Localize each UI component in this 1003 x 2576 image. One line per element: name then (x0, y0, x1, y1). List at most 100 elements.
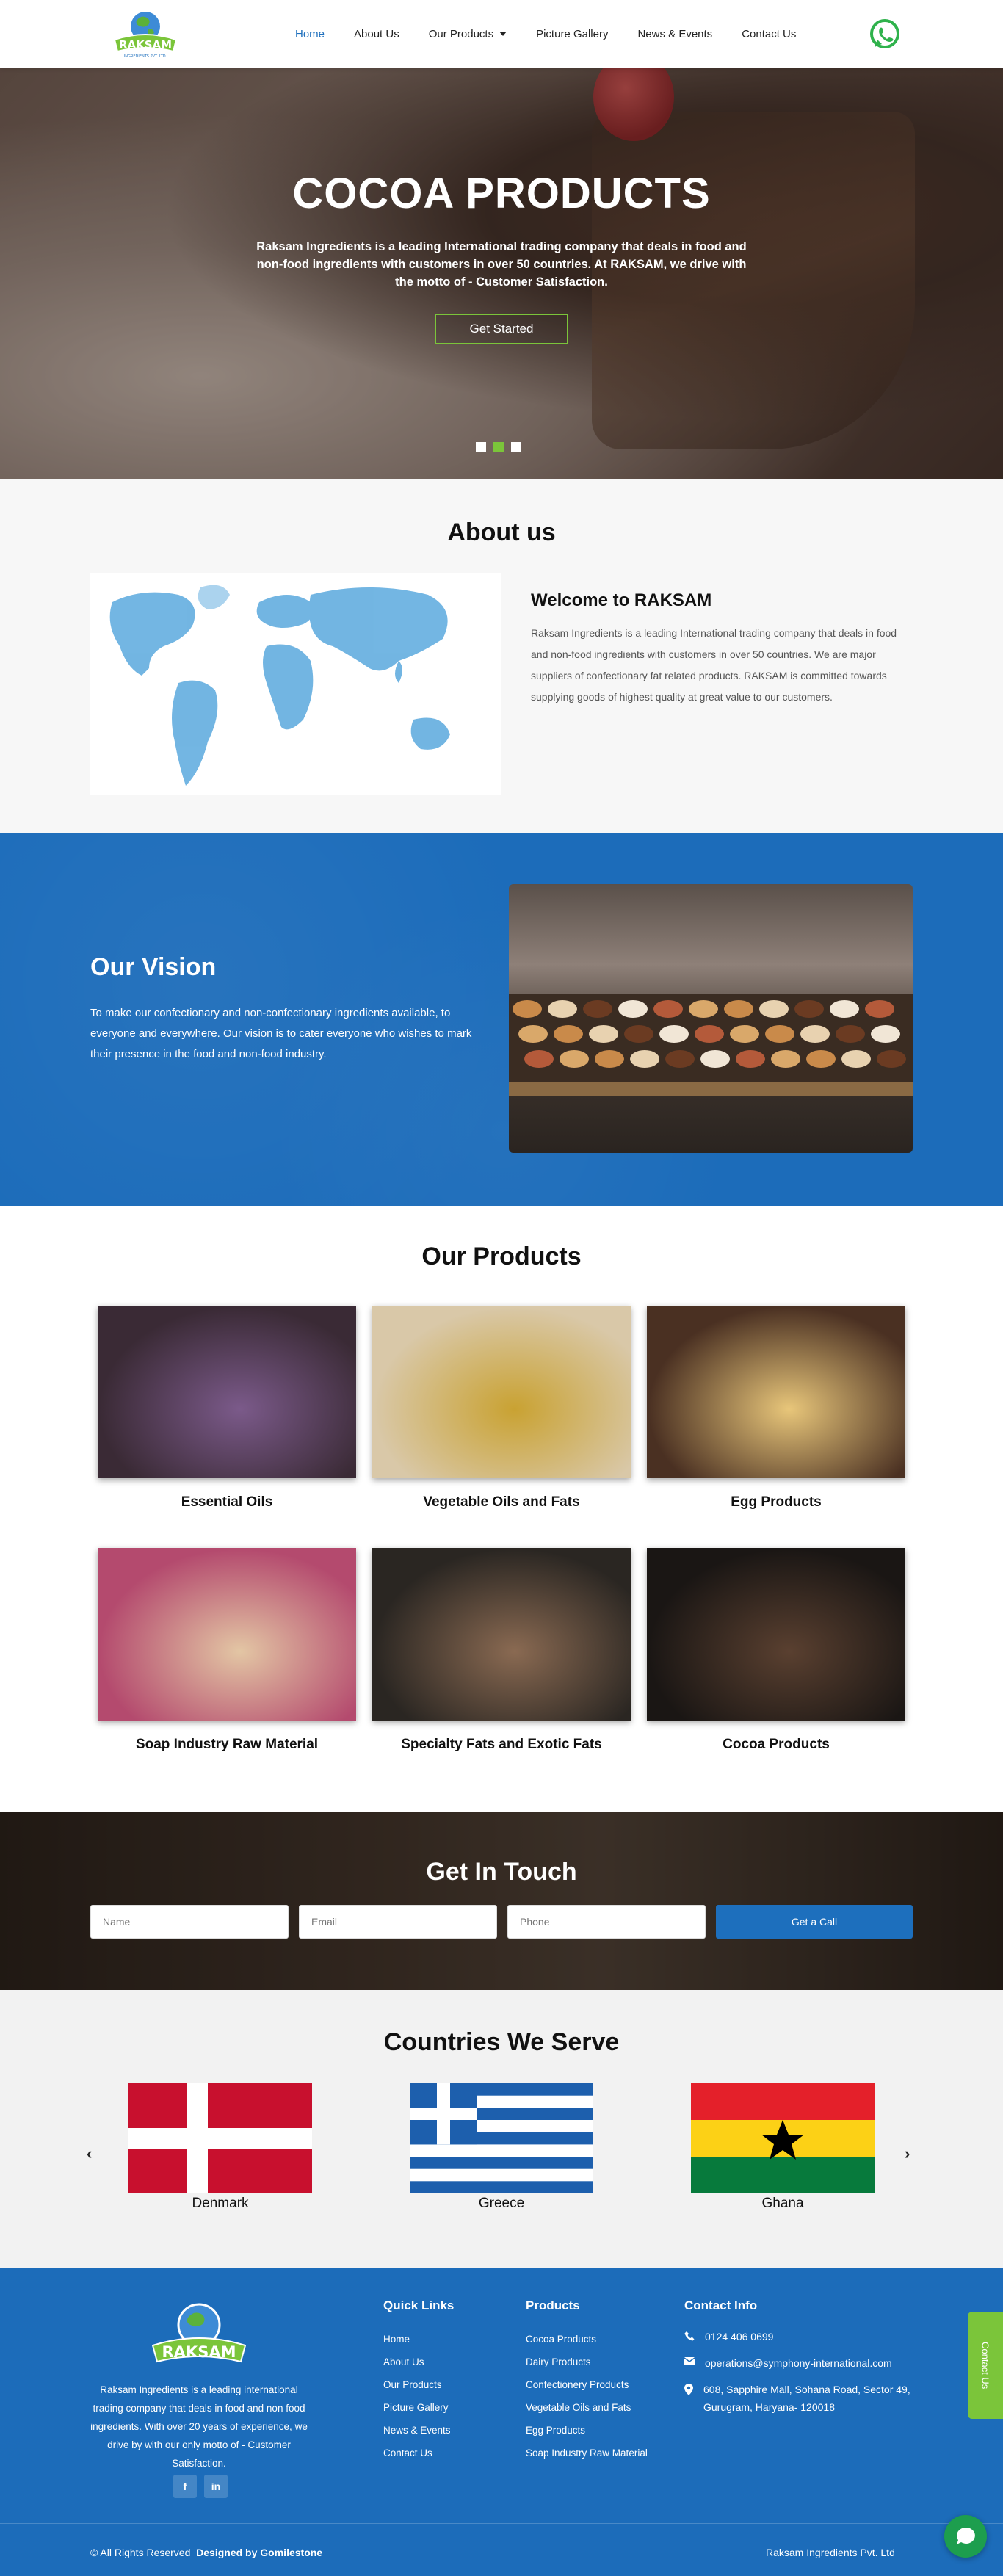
envelope-icon (684, 2357, 695, 2365)
site-footer: RAKSAM Raksam Ingredients is a leading i… (0, 2268, 1003, 2576)
footer-link-home[interactable]: Home (383, 2328, 454, 2351)
contact-info-title: Contact Info (684, 2298, 758, 2312)
nav-contact-us[interactable]: Contact Us (727, 28, 811, 40)
logo-tagline: INGREDIENTS PVT. LTD. (124, 54, 167, 59)
world-map-image (90, 573, 502, 795)
products-links-column: Products Cocoa Products Dairy Products C… (526, 2298, 648, 2464)
nav-home[interactable]: Home (280, 28, 339, 40)
company-name: Raksam Ingredients Pvt. Ltd (766, 2547, 895, 2558)
product-name[interactable]: Essential Oils (98, 1494, 356, 1510)
nav-about-us[interactable]: About Us (339, 28, 414, 40)
footer-product-vegetable-oils[interactable]: Vegetable Oils and Fats (526, 2396, 648, 2419)
copyright-text: © All Rights Reserved Designed by Gomile… (90, 2547, 323, 2558)
flag-denmark (128, 2083, 312, 2193)
product-card-vegetable-oils[interactable]: Vegetable Oils and Fats (372, 1306, 631, 1510)
map-pin-icon (684, 2384, 693, 2395)
footer-logo[interactable]: RAKSAM (144, 2295, 254, 2376)
logo-wordmark: RAKSAM (119, 38, 172, 51)
raksam-logo[interactable]: RAKSAM INGREDIENTS PVT. LTD. (109, 7, 182, 60)
whatsapp-icon[interactable] (867, 16, 902, 51)
hero-title: COCOA PRODUCTS (292, 170, 711, 217)
products-title: Our Products (421, 1242, 582, 1270)
linkedin-icon[interactable]: in (204, 2475, 228, 2498)
hero-slider: COCOA PRODUCTS Raksam Ingredients is a l… (0, 68, 1003, 479)
slider-dot-2[interactable] (493, 442, 504, 452)
footer-product-soap[interactable]: Soap Industry Raw Material (526, 2442, 648, 2464)
email-input[interactable] (299, 1905, 497, 1939)
footer-product-confectionery[interactable]: Confectionery Products (526, 2373, 648, 2396)
footer-link-about[interactable]: About Us (383, 2351, 454, 2373)
products-section: Our Products Essential Oils Vegetable Oi… (0, 1206, 1003, 1812)
contact-info-column: Contact Info 0124 406 0699 operations@sy… (684, 2298, 919, 2425)
vision-section: Our Vision To make our confectionary and… (0, 833, 1003, 1206)
touch-title: Get In Touch (426, 1858, 577, 1886)
pastry-display-image (509, 884, 913, 1153)
about-title: About us (447, 518, 556, 546)
footer-link-contact[interactable]: Contact Us (383, 2442, 454, 2464)
chevron-right-icon[interactable]: › (905, 2144, 910, 2163)
countries-title: Countries We Serve (383, 2028, 620, 2056)
get-started-button[interactable]: Get Started (435, 314, 568, 344)
nav-news-events[interactable]: News & Events (623, 28, 727, 40)
get-a-call-button[interactable]: Get a Call (716, 1905, 913, 1939)
product-name[interactable]: Soap Industry Raw Material (98, 1737, 356, 1753)
slider-dots (476, 442, 521, 452)
site-header: RAKSAM INGREDIENTS PVT. LTD. Home About … (0, 0, 1003, 68)
flag-ghana (691, 2083, 875, 2193)
product-name[interactable]: Cocoa Products (647, 1737, 905, 1753)
phone-input[interactable] (507, 1905, 706, 1939)
slider-dot-1[interactable] (476, 442, 486, 452)
quick-links-column: Quick Links Home About Us Our Products P… (383, 2298, 454, 2464)
designed-by-link[interactable]: Designed by Gomilestone (196, 2547, 322, 2558)
country-name: Ghana (761, 2196, 804, 2211)
footer-link-products[interactable]: Our Products (383, 2373, 454, 2396)
footer-product-cocoa[interactable]: Cocoa Products (526, 2328, 648, 2351)
facebook-icon[interactable]: f (173, 2475, 197, 2498)
footer-product-dairy[interactable]: Dairy Products (526, 2351, 648, 2373)
product-image[interactable] (647, 1306, 905, 1478)
footer-link-gallery[interactable]: Picture Gallery (383, 2396, 454, 2419)
footer-about-text: Raksam Ingredients is a leading internat… (90, 2384, 308, 2469)
chat-icon[interactable] (944, 2515, 987, 2558)
contact-us-side-tab[interactable]: Contact Us (968, 2312, 1003, 2419)
product-card-specialty-fats[interactable]: Specialty Fats and Exotic Fats (372, 1548, 631, 1753)
nav-our-products[interactable]: Our Products (414, 28, 521, 40)
country-name: Denmark (192, 2196, 249, 2211)
about-text: Raksam Ingredients is a leading Internat… (531, 627, 897, 703)
product-name[interactable]: Vegetable Oils and Fats (372, 1494, 631, 1510)
countries-section: Countries We Serve ‹ › Denmark Greece Gh… (0, 1990, 1003, 2268)
product-name[interactable]: Specialty Fats and Exotic Fats (372, 1737, 631, 1753)
product-card-egg-products[interactable]: Egg Products (647, 1306, 905, 1510)
product-card-cocoa-products[interactable]: Cocoa Products (647, 1548, 905, 1753)
get-in-touch-section: Get In Touch Get a Call (0, 1812, 1003, 1990)
vision-text: To make our confectionary and non-confec… (90, 1007, 472, 1060)
product-name[interactable]: Egg Products (647, 1494, 905, 1510)
quick-links-title: Quick Links (383, 2298, 455, 2312)
product-card-essential-oils[interactable]: Essential Oils (98, 1306, 356, 1510)
caret-down-icon (499, 32, 507, 36)
product-image[interactable] (647, 1548, 905, 1721)
product-card-soap-raw-material[interactable]: Soap Industry Raw Material (98, 1548, 356, 1753)
vision-title: Our Vision (90, 953, 217, 981)
footer-link-news[interactable]: News & Events (383, 2419, 454, 2442)
footer-product-egg[interactable]: Egg Products (526, 2419, 648, 2442)
footer-logo-wordmark: RAKSAM (162, 2343, 236, 2361)
name-input[interactable] (90, 1905, 289, 1939)
about-subtitle: Welcome to RAKSAM (531, 590, 712, 610)
phone-icon (684, 2331, 695, 2341)
product-image[interactable] (372, 1548, 631, 1721)
main-nav: Home About Us Our Products Picture Galle… (280, 0, 811, 68)
contact-phone[interactable]: 0124 406 0699 (684, 2328, 919, 2345)
nav-picture-gallery[interactable]: Picture Gallery (521, 28, 623, 40)
product-image[interactable] (372, 1306, 631, 1478)
product-image[interactable] (98, 1306, 356, 1478)
contact-email[interactable]: operations@symphony-international.com (684, 2354, 919, 2372)
footer-divider (0, 2523, 1003, 2524)
country-name: Greece (478, 2196, 525, 2211)
products-links-title: Products (526, 2298, 580, 2312)
slider-dot-3[interactable] (511, 442, 521, 452)
about-section: About us Welcome to RAKSAM Raksam Ingred… (0, 479, 1003, 833)
product-image[interactable] (98, 1548, 356, 1721)
flag-greece (410, 2083, 593, 2193)
chevron-left-icon[interactable]: ‹ (87, 2144, 92, 2163)
